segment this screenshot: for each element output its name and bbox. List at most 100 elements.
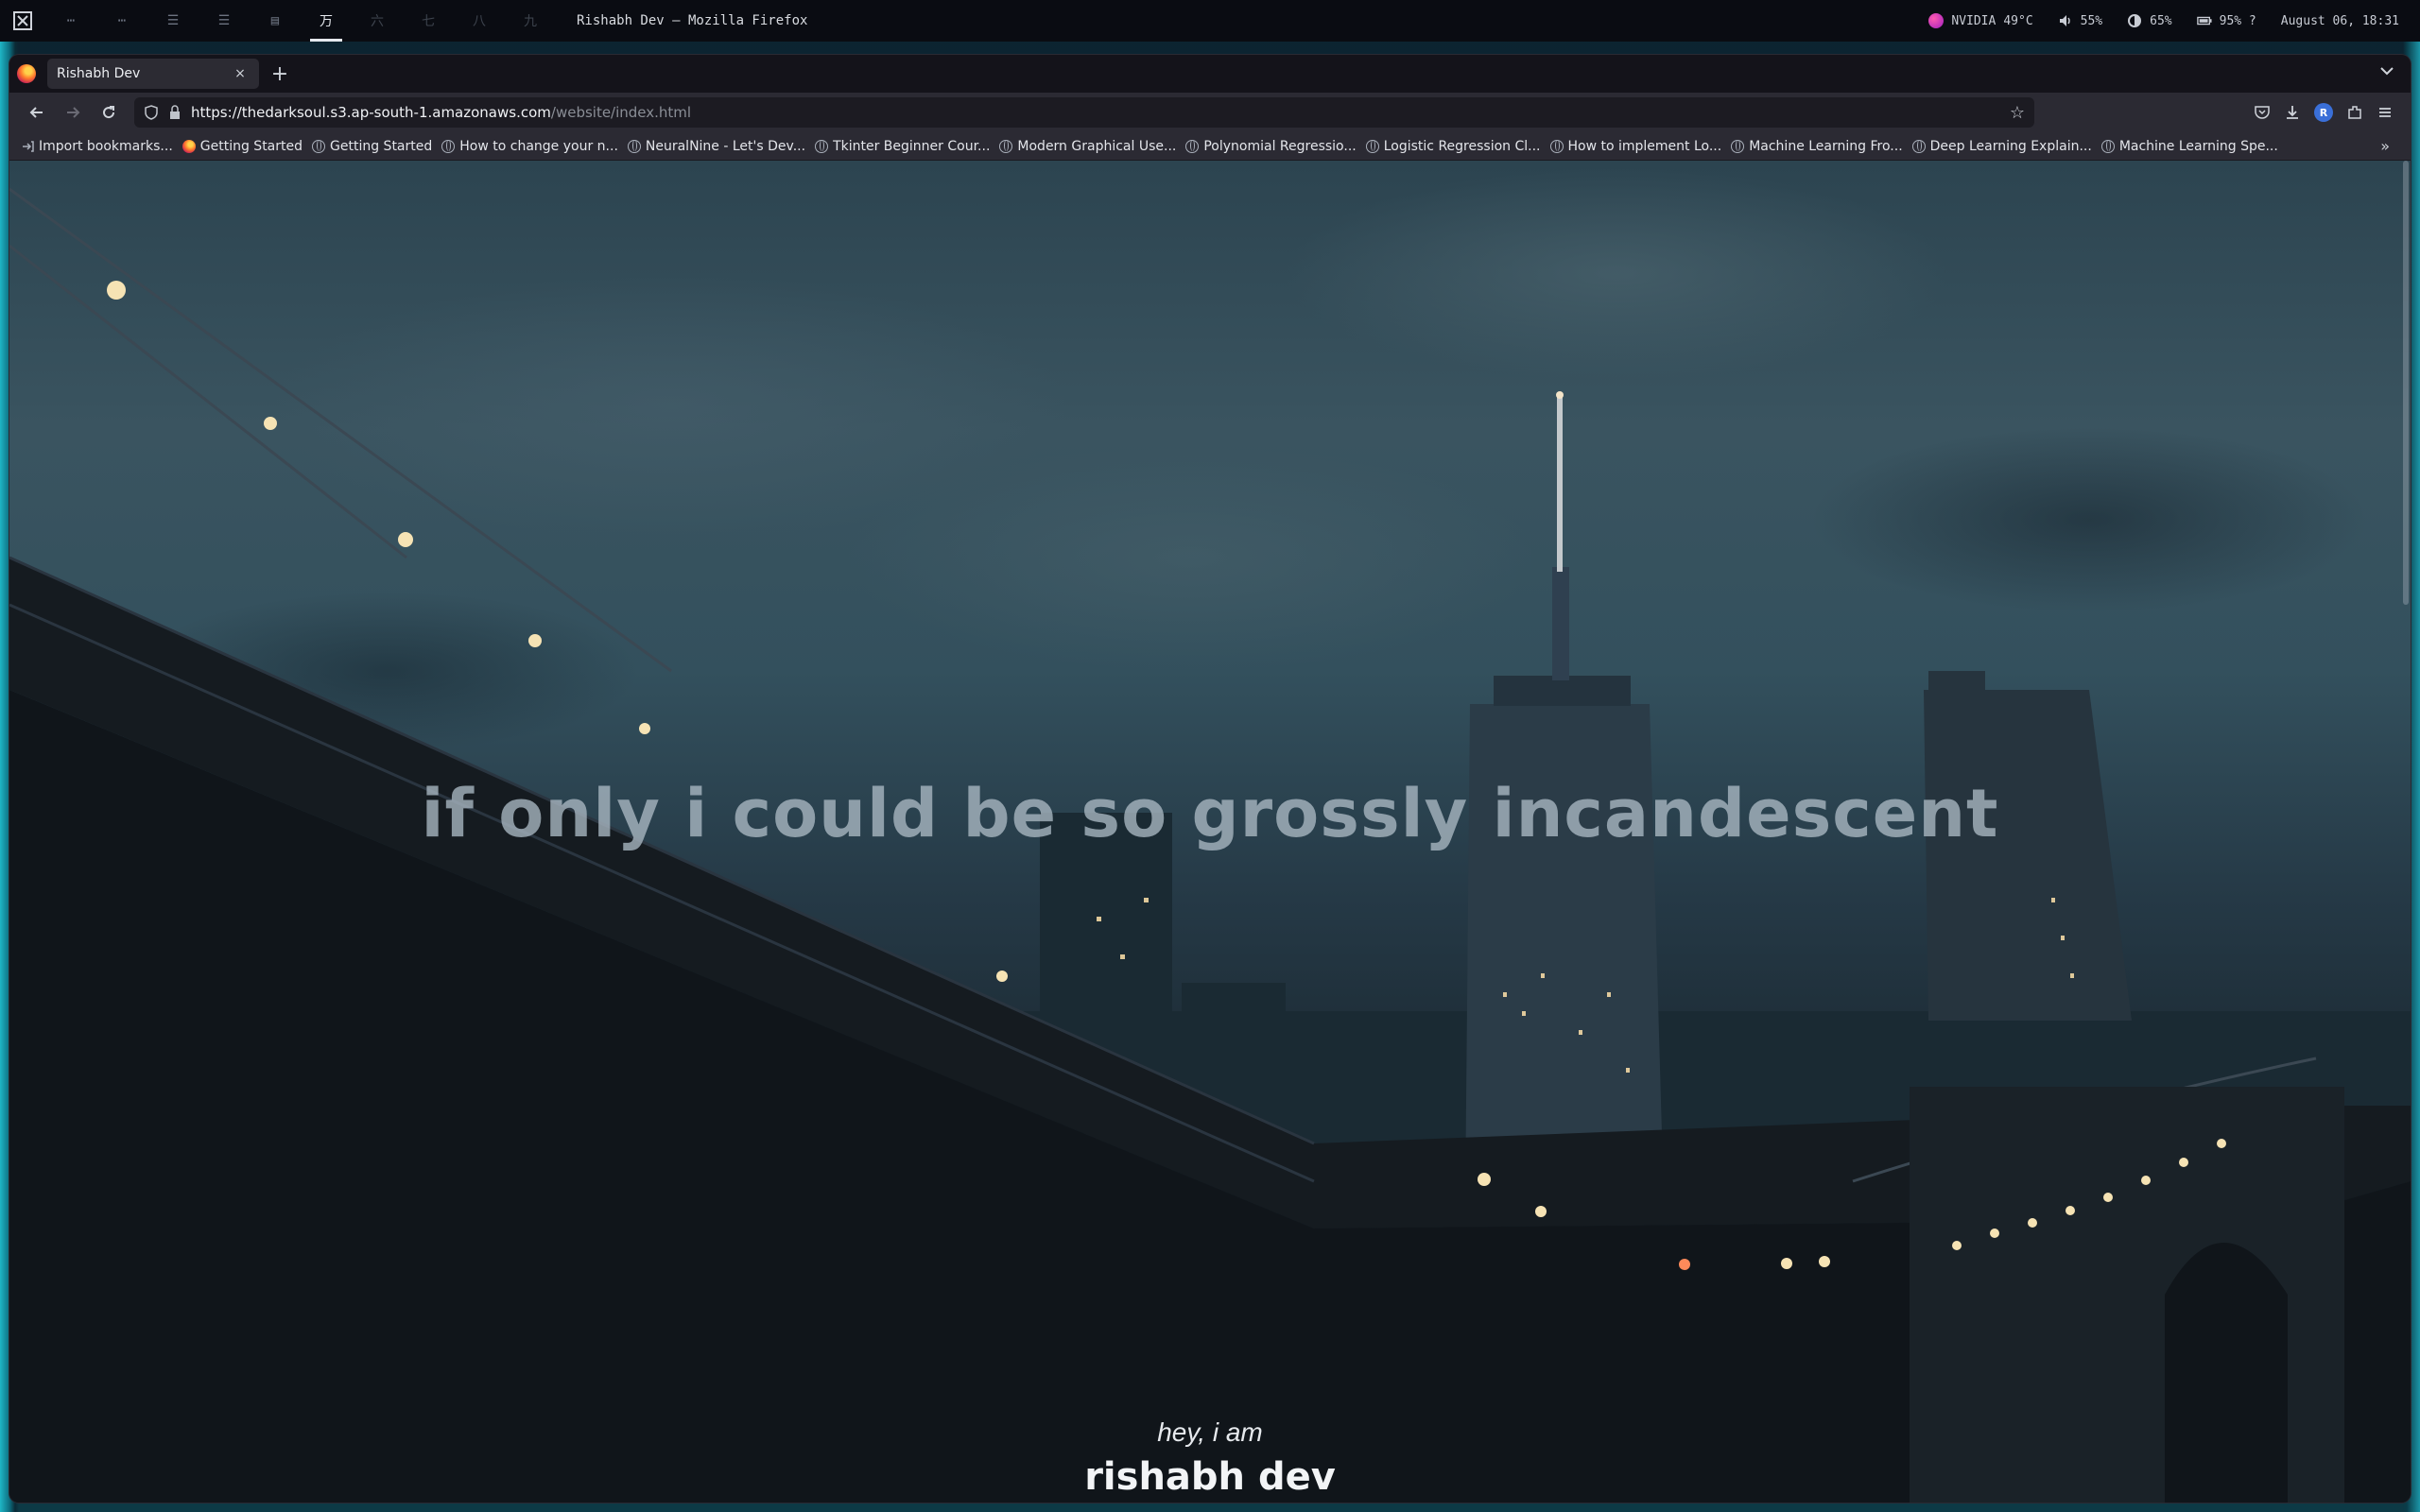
workspace-4[interactable]: ☰: [199, 0, 250, 42]
bookmark-star-icon[interactable]: ☆: [2010, 103, 2025, 123]
globe-icon: [999, 139, 1013, 153]
firefox-icon: [17, 64, 36, 83]
clock-datetime: August 06, 18:31: [2280, 13, 2399, 28]
author-name: rishabh dev: [1084, 1455, 1336, 1499]
gpu-status[interactable]: NVIDIA 49°C: [1928, 13, 2033, 28]
url-path: /website/index.html: [550, 104, 692, 121]
url-text: https://thedarksoul.s3.ap-south-1.amazon…: [191, 104, 691, 121]
bookmark-tkinter[interactable]: Tkinter Beginner Cour...: [815, 139, 990, 154]
arrow-left-icon: [29, 107, 43, 118]
tab-title: Rishabh Dev: [57, 66, 141, 81]
bookmark-label: Machine Learning Fro...: [1749, 138, 1903, 154]
url-host: https://thedarksoul.s3.ap-south-1.amazon…: [191, 104, 551, 121]
volume-level: 55%: [2080, 13, 2103, 28]
extensions-icon[interactable]: [2346, 104, 2363, 121]
list-tabs-icon[interactable]: [2380, 64, 2394, 79]
speaker-icon: [2059, 15, 2070, 26]
workspace-9[interactable]: 八: [454, 0, 505, 42]
battery-icon: [2196, 16, 2212, 26]
bookmark-label: Machine Learning Spe...: [2118, 138, 2278, 154]
gpu-temperature: 49°C: [2003, 13, 2033, 28]
bookmark-label: Tkinter Beginner Cour...: [833, 138, 991, 154]
bookmark-label: Logistic Regression Cl...: [1383, 138, 1541, 154]
reload-icon: [103, 106, 115, 119]
forward-button[interactable]: [57, 96, 89, 129]
download-icon[interactable]: [2284, 104, 2301, 121]
volume-status[interactable]: 55%: [2058, 13, 2102, 28]
globe-icon: [627, 139, 641, 153]
bookmark-logistic-regression[interactable]: Logistic Regression Cl...: [1365, 138, 1541, 154]
new-tab-button[interactable]: +: [265, 59, 295, 89]
bookmark-label: Getting Started: [330, 138, 433, 154]
bookmark-label: Import bookmarks...: [39, 138, 173, 154]
bookmark-getting-started-firefox[interactable]: Getting Started: [182, 139, 302, 154]
top-panel: ⋯ ⋯ ☰ ☰ ▤ 万 六 七 八 九 Rishabh Dev — Mozill…: [0, 0, 2420, 42]
globe-icon: [1911, 139, 1926, 153]
bookmark-polynomial-regression[interactable]: Polynomial Regressio...: [1185, 138, 1357, 154]
globe-icon: [1365, 139, 1379, 153]
reload-button[interactable]: [93, 96, 125, 129]
page-content: if only i could be so grossly incandesce…: [9, 161, 2411, 1503]
back-button[interactable]: [21, 96, 53, 129]
workspace-1[interactable]: ⋯: [45, 0, 96, 42]
workspace-5[interactable]: ▤: [250, 0, 301, 42]
firefox-icon: [182, 139, 196, 153]
globe-icon: [1185, 139, 1200, 153]
globe-icon: [441, 139, 456, 153]
workspace-10[interactable]: 九: [505, 0, 556, 42]
close-tab-icon[interactable]: ×: [231, 66, 250, 81]
bookmark-label: NeuralNine - Let's Dev...: [645, 138, 806, 154]
battery-status[interactable]: 95% ?: [2196, 13, 2256, 28]
bookmark-label: Polynomial Regressio...: [1203, 138, 1357, 154]
bookmarks-toolbar: Import bookmarks... Getting Started Gett…: [9, 132, 2411, 161]
clock[interactable]: August 06, 18:31: [2281, 14, 2399, 28]
navigation-toolbar: https://thedarksoul.s3.ap-south-1.amazon…: [9, 93, 2411, 132]
intro-text: hey, i am: [1157, 1418, 1263, 1447]
brightness-icon: [2128, 14, 2142, 27]
address-bar[interactable]: https://thedarksoul.s3.ap-south-1.amazon…: [134, 97, 2034, 128]
globe-icon: [815, 139, 829, 153]
tab-rishabh-dev[interactable]: Rishabh Dev ×: [47, 59, 259, 89]
active-window-title: Rishabh Dev — Mozilla Firefox: [577, 13, 808, 28]
bookmark-label: Deep Learning Explain...: [1929, 138, 2092, 154]
bookmark-import[interactable]: Import bookmarks...: [21, 139, 173, 154]
workspace-2[interactable]: ⋯: [96, 0, 147, 42]
bookmark-label: How to implement Lo...: [1567, 138, 1722, 154]
app-launcher-icon[interactable]: [0, 0, 45, 42]
workspace-7[interactable]: 六: [352, 0, 403, 42]
brightness-status[interactable]: 65%: [2127, 13, 2172, 28]
bookmarks-overflow-icon[interactable]: »: [2380, 137, 2390, 155]
battery-level: 95% ?: [2219, 13, 2256, 28]
tab-strip: Rishabh Dev × +: [9, 55, 2411, 93]
bookmark-deep-learning[interactable]: Deep Learning Explain...: [1911, 138, 2092, 154]
bookmark-how-to-change[interactable]: How to change your n...: [441, 139, 618, 154]
bookmark-label: Modern Graphical Use...: [1017, 138, 1177, 154]
nvidia-icon: [1928, 13, 1945, 28]
globe-icon: [1549, 139, 1564, 153]
arrow-right-icon: [67, 107, 80, 118]
workspace-6[interactable]: 万: [301, 0, 352, 42]
workspace-3[interactable]: ☰: [147, 0, 199, 42]
bookmark-neuralnine[interactable]: NeuralNine - Let's Dev...: [627, 138, 806, 154]
hamburger-menu-icon[interactable]: [2377, 104, 2394, 121]
globe-icon: [2100, 139, 2115, 153]
bookmark-label: Getting Started: [199, 138, 303, 154]
hero-headline: if only i could be so grossly incandesce…: [421, 775, 1999, 852]
account-avatar-icon[interactable]: R: [2314, 103, 2333, 122]
pocket-icon[interactable]: [2254, 104, 2271, 121]
firefox-window: Rishabh Dev × + https://thedarksoul.s3.a…: [9, 55, 2411, 1503]
workspace-8[interactable]: 七: [403, 0, 454, 42]
bookmark-ml-from[interactable]: Machine Learning Fro...: [1731, 138, 1903, 154]
bookmark-label: How to change your n...: [459, 138, 618, 154]
bookmark-how-to-implement[interactable]: How to implement Lo...: [1549, 138, 1722, 154]
page-scrollbar[interactable]: [2403, 161, 2409, 605]
lock-icon[interactable]: [168, 105, 182, 120]
globe-icon: [312, 139, 326, 153]
globe-icon: [1731, 139, 1745, 153]
bookmark-modern-gui[interactable]: Modern Graphical Use...: [999, 139, 1176, 154]
bookmark-ml-spe[interactable]: Machine Learning Spe...: [2100, 138, 2278, 154]
bookmark-getting-started[interactable]: Getting Started: [312, 139, 432, 154]
shield-icon[interactable]: [144, 105, 159, 120]
brightness-level: 65%: [2150, 13, 2172, 28]
gpu-label: NVIDIA: [1951, 13, 1996, 28]
